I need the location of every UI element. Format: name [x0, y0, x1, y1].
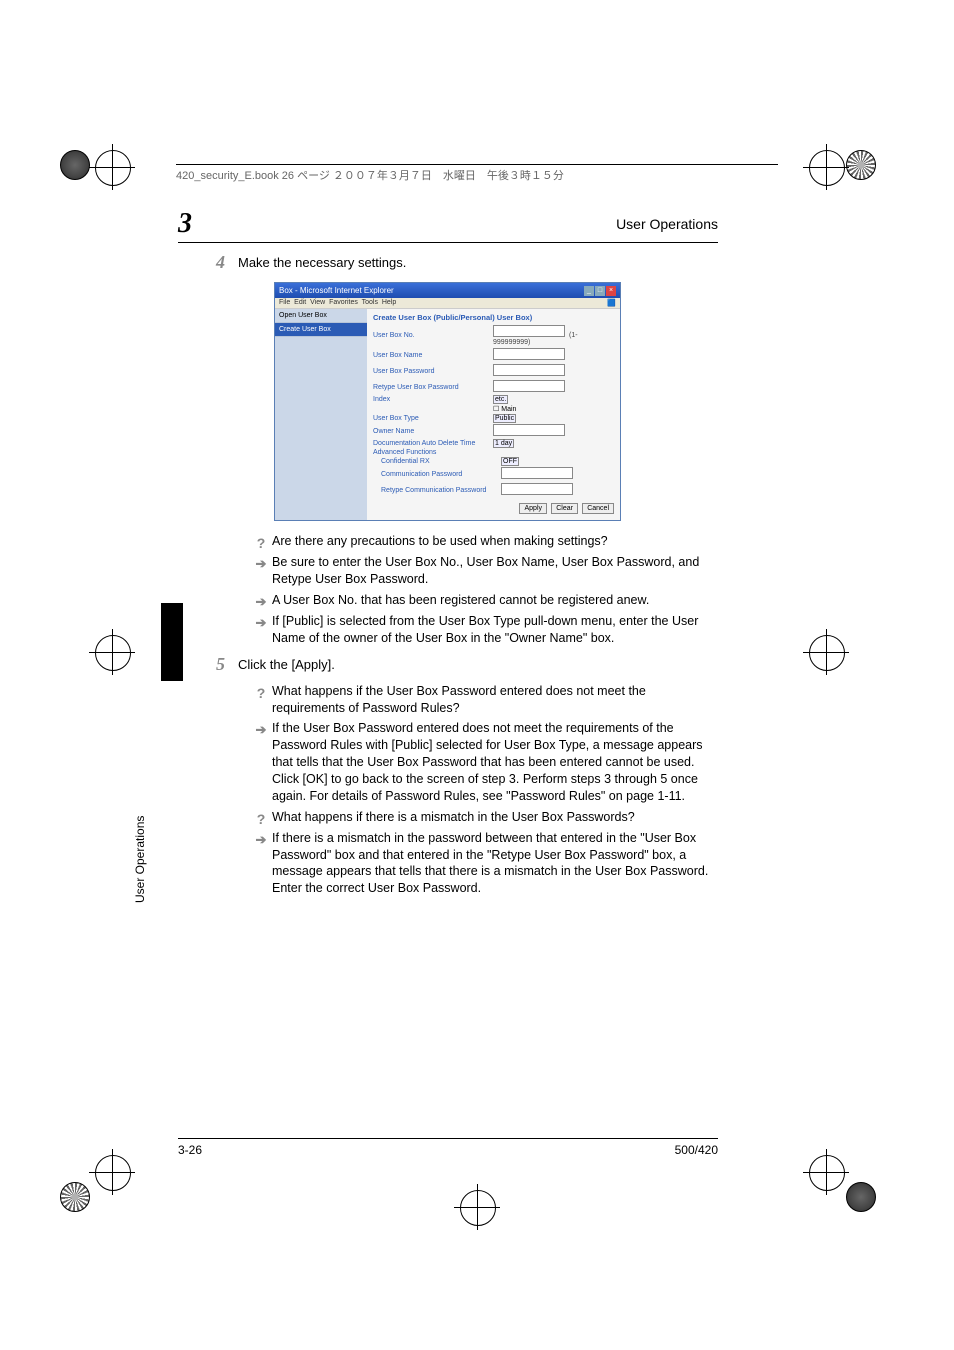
question-icon: ? [254, 684, 268, 703]
qa-answer: If there is a mismatch in the password b… [272, 831, 708, 896]
select-userbox-type[interactable]: Public [493, 414, 516, 423]
step-text-4: Make the necessary settings. [238, 254, 718, 272]
question-icon: ? [254, 810, 268, 829]
menu-item[interactable]: Edit [294, 299, 306, 306]
step-number-5: 5 [216, 654, 225, 675]
checkbox-main[interactable]: ☐ [493, 406, 501, 413]
input-userbox-no[interactable] [493, 325, 565, 337]
page-number: 3-26 [178, 1143, 202, 1157]
cancel-button[interactable]: Cancel [582, 503, 614, 514]
qa-answer: Be sure to enter the User Box No., User … [272, 555, 699, 586]
label-index: Index [373, 396, 493, 403]
label-userbox-no: User Box No. [373, 332, 493, 339]
embedded-screenshot: Box - Microsoft Internet Explorer _□× Fi… [274, 282, 621, 521]
input-comm-password[interactable] [501, 467, 573, 479]
ie-logo-icon: 🟦 [607, 299, 616, 307]
apply-button[interactable]: Apply [519, 503, 547, 514]
model-number: 500/420 [675, 1143, 718, 1157]
input-owner-name[interactable] [493, 424, 565, 436]
label-retype-password: Retype User Box Password [373, 384, 493, 391]
source-file-header: 420_security_E.book 26 ページ ２００７年３月７日 水曜日… [176, 164, 778, 183]
registration-mark [460, 1190, 510, 1240]
input-retype-comm-password[interactable] [501, 483, 573, 495]
arrow-icon: ➔ [254, 614, 268, 632]
qa-answer: If the User Box Password entered does no… [272, 721, 703, 803]
label-userbox-password: User Box Password [373, 368, 493, 375]
registration-mark [809, 150, 859, 200]
nav-create-user-box[interactable]: Create User Box [275, 323, 367, 337]
step-text-5: Click the [Apply]. [238, 656, 718, 674]
input-userbox-name[interactable] [493, 348, 565, 360]
footer-rule [178, 1138, 718, 1139]
label-userbox-name: User Box Name [373, 352, 493, 359]
qa-question: What happens if the User Box Password en… [272, 684, 646, 715]
registration-mark [95, 635, 145, 685]
input-userbox-password[interactable] [493, 364, 565, 376]
window-buttons[interactable]: _□× [583, 285, 616, 296]
section-tab-label: User Operations [133, 816, 147, 903]
question-icon: ? [254, 534, 268, 553]
menu-item[interactable]: Help [382, 299, 396, 306]
menu-item[interactable]: File [279, 299, 290, 306]
chapter-tab [161, 603, 183, 681]
menu-item[interactable]: Tools [362, 299, 378, 306]
qa-question: Are there any precautions to be used whe… [272, 534, 608, 548]
arrow-icon: ➔ [254, 555, 268, 573]
label-confidential-rx: Confidential RX [373, 458, 501, 465]
menu-item[interactable]: Favorites [329, 299, 358, 306]
section-title: User Operations [616, 216, 718, 232]
label-advanced: Advanced Functions [373, 449, 493, 456]
qa-answer: If [Public] is selected from the User Bo… [272, 614, 698, 645]
registration-mark [95, 150, 145, 200]
registration-mark [809, 635, 859, 685]
select-confidential-rx[interactable]: OFF [501, 457, 519, 466]
arrow-icon: ➔ [254, 831, 268, 849]
arrow-icon: ➔ [254, 721, 268, 739]
registration-mark [95, 1155, 145, 1205]
clear-button[interactable]: Clear [551, 503, 578, 514]
input-retype-password[interactable] [493, 380, 565, 392]
form-heading: Create User Box (Public/Personal) User B… [373, 313, 614, 322]
step-number-4: 4 [216, 252, 225, 273]
label-owner-name: Owner Name [373, 428, 493, 435]
menu-item[interactable]: View [310, 299, 325, 306]
chapter-number: 3 [178, 208, 192, 240]
label-main: Main [501, 406, 516, 413]
select-index[interactable]: etc. [493, 395, 508, 404]
arrow-icon: ➔ [254, 593, 268, 611]
label-userbox-type: User Box Type [373, 415, 493, 422]
qa-question: What happens if there is a mismatch in t… [272, 810, 635, 824]
select-auto-delete[interactable]: 1 day [493, 439, 514, 448]
label-comm-password: Communication Password [373, 471, 501, 478]
nav-open-user-box[interactable]: Open User Box [275, 309, 367, 323]
window-title: Box - Microsoft Internet Explorer [279, 286, 394, 295]
label-retype-comm-password: Retype Communication Password [373, 487, 501, 494]
chapter-tab-label: Chapter 3 [148, 609, 160, 679]
registration-mark [809, 1155, 859, 1205]
qa-answer: A User Box No. that has been registered … [272, 593, 649, 607]
header-rule [178, 242, 718, 243]
label-auto-delete: Documentation Auto Delete Time [373, 440, 493, 447]
